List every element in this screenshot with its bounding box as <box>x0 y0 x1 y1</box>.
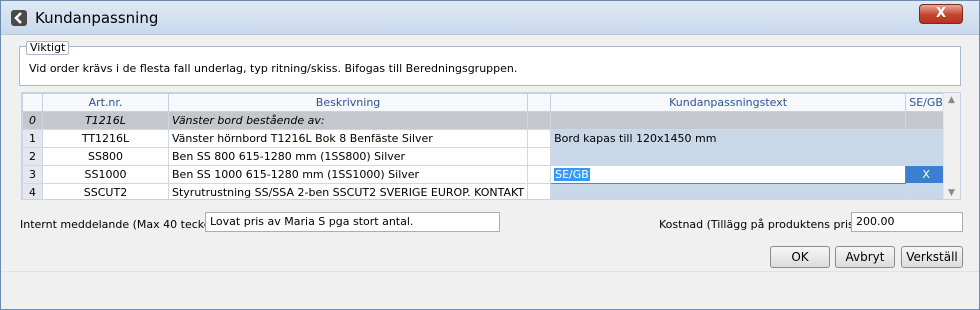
extra-cell[interactable] <box>527 165 552 184</box>
table-row[interactable]: 1 TT1216L Vänster hörnbord T1216L Bok 8 … <box>22 129 948 148</box>
art-cell[interactable]: SSCUT2 <box>42 183 169 199</box>
custom-cell[interactable] <box>550 111 907 130</box>
row-number: 3 <box>22 165 43 184</box>
window-title: Kundanpassning <box>35 9 159 27</box>
desc-cell[interactable]: Styrutrustning SS/SSA 2-ben SSCUT2 SVERI… <box>167 183 529 199</box>
desc-cell[interactable]: Vänster bord bestående av: <box>167 111 529 130</box>
custom-cell[interactable] <box>550 183 907 199</box>
order-table: Art.nr. Beskrivning Kundanpassningstext … <box>22 93 948 199</box>
notice-box: Viktigt Vid order krävs i de flesta fall… <box>19 41 961 86</box>
desc-cell[interactable]: Ben SS 1000 615-1280 mm (1SS1000) Silver <box>167 165 529 184</box>
extra-cell[interactable] <box>527 129 552 148</box>
table-row[interactable]: 0 T1216L Vänster bord bestående av: <box>22 111 948 130</box>
internal-message-input[interactable]: Lovat pris av Maria S pga stort antal. <box>205 212 500 232</box>
art-cell[interactable]: TT1216L <box>42 129 169 148</box>
col-header-extra <box>527 93 552 112</box>
segb-cell[interactable] <box>905 129 948 148</box>
chevron-down-icon[interactable]: ▼ <box>948 188 955 198</box>
segb-cell[interactable] <box>905 147 948 166</box>
extra-cell[interactable] <box>527 183 552 199</box>
row-number: 4 <box>22 183 43 199</box>
cancel-button[interactable]: Avbryt <box>835 246 895 268</box>
dialog-window: Kundanpassning X Viktigt Vid order krävs… <box>0 0 980 310</box>
custom-cell[interactable] <box>550 147 907 166</box>
art-cell[interactable]: SS800 <box>42 147 169 166</box>
custom-cell[interactable]: Bord kapas till 120x1450 mm <box>550 129 907 148</box>
row-number: 1 <box>22 129 43 148</box>
back-arrow-icon <box>11 10 27 26</box>
table-row[interactable]: 4 SSCUT2 Styrutrustning SS/SSA 2-ben SSC… <box>22 183 948 199</box>
internal-message-label: Internt meddelande (Max 40 tecken): <box>20 218 226 231</box>
col-header-art[interactable]: Art.nr. <box>42 93 169 112</box>
dialog-content: Viktigt Vid order krävs i de flesta fall… <box>9 37 971 269</box>
notice-legend: Viktigt <box>26 41 70 55</box>
custom-edit-selection[interactable]: SE/GB <box>554 168 590 181</box>
row-number: 2 <box>22 147 43 166</box>
extra-cell[interactable] <box>527 111 552 130</box>
custom-edit-cell[interactable]: SE/GB <box>550 165 907 184</box>
title-bar[interactable]: Kundanpassning X <box>1 1 979 35</box>
order-grid[interactable]: Art.nr. Beskrivning Kundanpassningstext … <box>21 92 961 200</box>
chevron-up-icon[interactable]: ▲ <box>948 95 955 105</box>
art-cell[interactable]: T1216L <box>42 111 169 130</box>
notice-text: Vid order krävs i de flesta fall underla… <box>29 62 518 75</box>
desc-cell[interactable]: Vänster hörnbord T1216L Bok 8 Benfäste S… <box>167 129 529 148</box>
table-row[interactable]: 3 SS1000 Ben SS 1000 615-1280 mm (1SS100… <box>22 165 948 184</box>
ok-button[interactable]: OK <box>770 246 830 268</box>
status-bar <box>1 271 979 309</box>
close-button[interactable]: X <box>919 4 963 24</box>
table-row[interactable]: 2 SS800 Ben SS 800 615-1280 mm (1SS800) … <box>22 147 948 166</box>
table-header-row: Art.nr. Beskrivning Kundanpassningstext … <box>22 93 948 112</box>
col-header-segb[interactable]: SE/GB <box>905 93 948 112</box>
col-header-desc[interactable]: Beskrivning <box>167 93 529 112</box>
cost-input[interactable]: 200.00 <box>851 212 963 232</box>
col-header-num <box>22 93 43 112</box>
segb-cell[interactable] <box>905 111 948 130</box>
segb-cell[interactable]: X <box>905 165 948 184</box>
grid-scrollbar[interactable]: ▲ ▼ <box>943 93 960 199</box>
desc-cell[interactable]: Ben SS 800 615-1280 mm (1SS800) Silver <box>167 147 529 166</box>
extra-cell[interactable] <box>527 147 552 166</box>
apply-button[interactable]: Verkställ <box>901 246 963 268</box>
cost-label: Kostnad (Tillägg på produktens pris): <box>659 218 862 231</box>
col-header-custom[interactable]: Kundanpassningstext <box>550 93 907 112</box>
segb-cell[interactable] <box>905 183 948 199</box>
row-number: 0 <box>22 111 43 130</box>
art-cell[interactable]: SS1000 <box>42 165 169 184</box>
